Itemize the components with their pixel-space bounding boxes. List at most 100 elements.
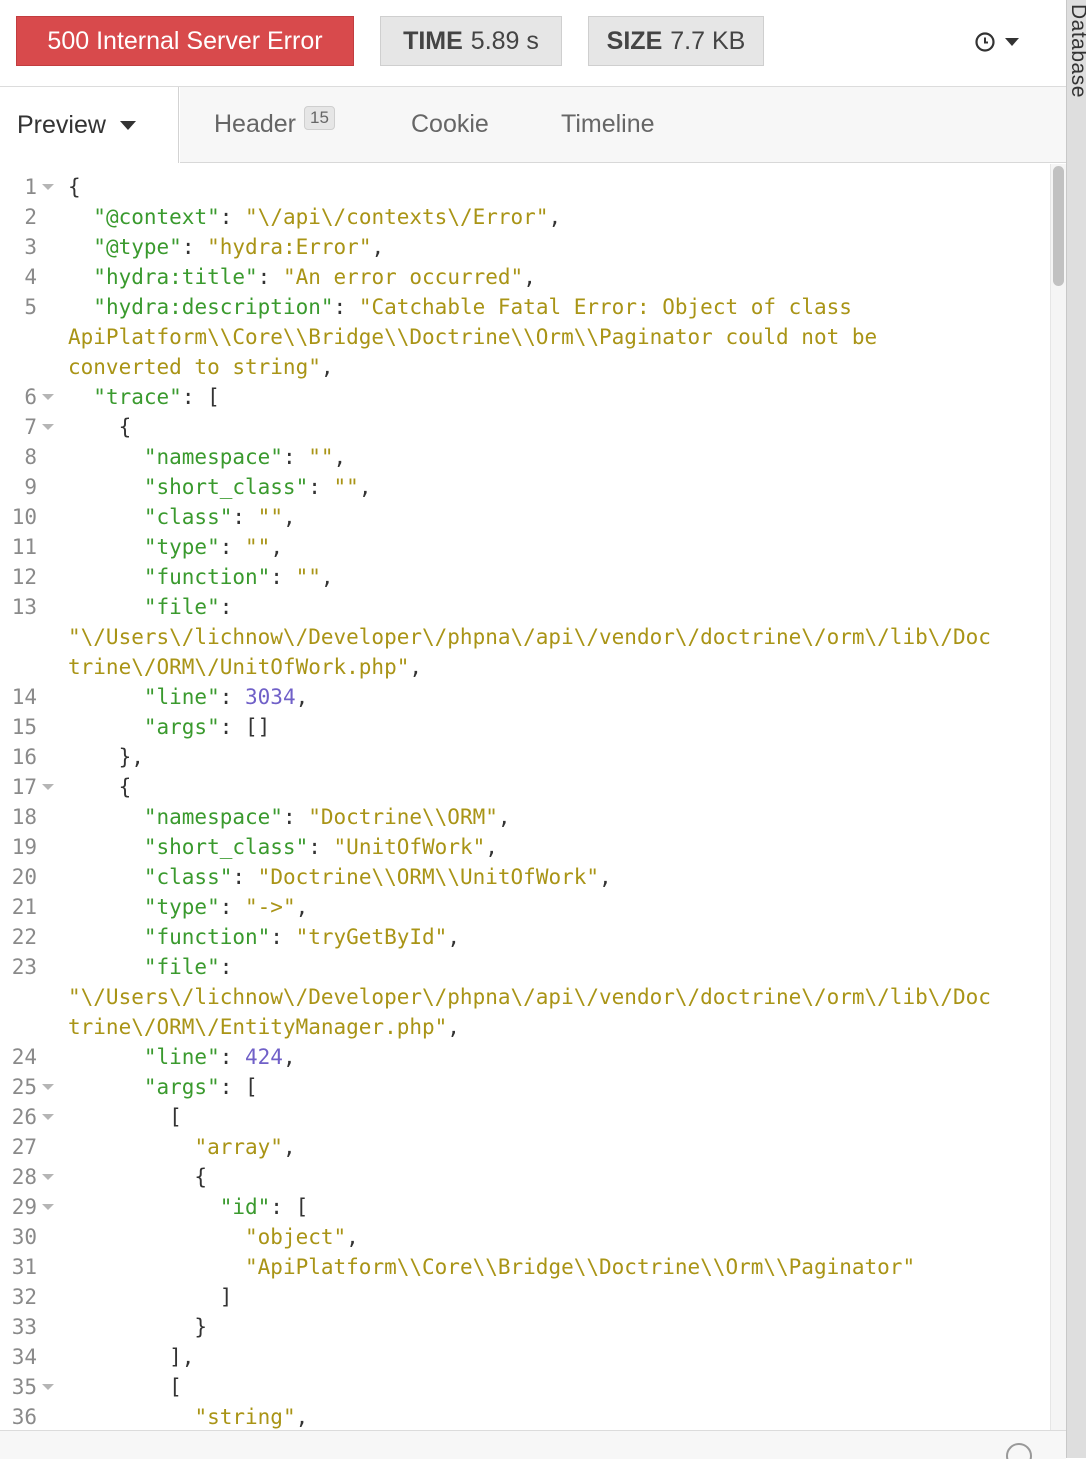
line-number: 5 [24,295,37,319]
code-token: trine\/ORM\/EntityManager.php" [68,1015,448,1039]
code-token: , [282,505,296,529]
scrollbar-thumb[interactable] [1053,166,1064,286]
code-line: converted to string", [0,352,1050,382]
code-line: 21 "type": "->", [0,892,1050,922]
fold-toggle-icon[interactable] [42,1084,54,1090]
code-token: "@context" [93,205,220,229]
code-line: 13 "file": [0,592,1050,622]
code-token: "namespace" [143,805,283,829]
code-text: "file": [68,952,233,982]
code-token: }, [68,745,144,769]
code-text: "file": [68,592,233,622]
code-line: 2 "@context": "\/api\/contexts\/Error", [0,202,1050,232]
status-text: Internal Server Error [96,26,323,55]
code-text: [ [68,1102,182,1132]
code-token: "" [257,505,283,529]
code-line: 16 }, [0,742,1050,772]
scrollbar-track[interactable] [1050,164,1066,1430]
code-line: 6 "trace": [ [0,382,1050,412]
time-value: 5.89 s [470,26,539,55]
code-line: 34 ], [0,1342,1050,1372]
tab-cookie-label: Cookie [411,110,489,138]
code-token: : [333,295,359,319]
database-side-panel[interactable]: Database [1066,0,1086,1458]
code-line: 3 "@type": "hydra:Error", [0,232,1050,262]
code-token: { [68,175,81,199]
fold-toggle-icon[interactable] [42,1384,54,1390]
help-icon[interactable] [1006,1443,1032,1459]
line-number: 4 [24,265,37,289]
chevron-down-icon [119,120,136,130]
code-token: "hydra:Error" [207,235,372,259]
code-token: { [68,775,132,799]
line-number: 30 [11,1225,37,1249]
response-tabs: Preview Header 15 Cookie Timeline [0,87,1066,163]
code-token: "line" [143,685,220,709]
code-line: 22 "function": "tryGetById", [0,922,1050,952]
code-line: 1{ [0,172,1050,202]
code-line: 8 "namespace": "", [0,442,1050,472]
code-line: 26 [ [0,1102,1050,1132]
code-line: 19 "short_class": "UnitOfWork", [0,832,1050,862]
code-token: "->" [245,895,296,919]
line-number: 21 [11,895,37,919]
code-line: ApiPlatform\\Core\\Bridge\\Doctrine\\Orm… [0,322,1050,352]
code-line: trine\/ORM\/UnitOfWork.php", [0,652,1050,682]
code-token: , [282,1135,296,1159]
line-number: 13 [11,595,37,619]
tab-cookie[interactable]: Cookie [411,87,489,162]
code-token: , [485,835,498,859]
code-token: ApiPlatform\\Core\\Bridge\\Doctrine\\Orm… [68,325,878,349]
fold-toggle-icon[interactable] [42,1174,54,1180]
code-token: "array" [194,1135,283,1159]
fold-toggle-icon[interactable] [42,1204,54,1210]
code-token: "trace" [93,385,182,409]
fold-toggle-icon[interactable] [42,184,54,190]
json-code: 1{2 "@context": "\/api\/contexts\/Error"… [0,172,1050,1430]
code-line: 7 { [0,412,1050,442]
tab-header[interactable]: Header 15 [214,87,335,162]
fold-toggle-icon[interactable] [42,424,54,430]
code-text: "\/Users\/lichnow\/Developer\/phpna\/api… [68,622,991,652]
code-line: 15 "args": [] [0,712,1050,742]
code-line: 35 [ [0,1372,1050,1402]
fold-toggle-icon[interactable] [42,784,54,790]
code-line: 23 "file": [0,952,1050,982]
response-history-button[interactable] [974,26,1034,58]
fold-toggle-icon[interactable] [42,394,54,400]
header-count-badge: 15 [304,105,335,130]
code-token: : [181,235,208,259]
code-token: "hydra:description" [93,295,334,319]
response-filter-bar[interactable] [0,1430,1066,1459]
code-token: "\/api\/contexts\/Error" [245,205,549,229]
code-token: "short_class" [143,475,309,499]
chevron-down-icon [1005,38,1019,46]
tab-preview[interactable]: Preview [0,87,179,163]
code-text: "object", [68,1222,359,1252]
code-token: "Catchable Fatal Error: Object of class [358,295,852,319]
code-line: 32 ] [0,1282,1050,1312]
fold-toggle-icon[interactable] [42,1114,54,1120]
code-text: { [68,172,81,202]
code-text: "function": "tryGetById", [68,922,460,952]
code-line: 18 "namespace": "Doctrine\\ORM", [0,802,1050,832]
code-text: "ApiPlatform\\Core\\Bridge\\Doctrine\\Or… [68,1252,915,1282]
code-token: ], [68,1345,195,1369]
tab-strip: Header 15 Cookie Timeline [180,87,1066,163]
code-token: : [219,685,246,709]
code-text: converted to string", [68,352,334,382]
code-token: : [282,445,309,469]
code-token: : [219,1045,246,1069]
time-label: TIME [403,26,463,55]
tab-timeline[interactable]: Timeline [561,87,655,162]
response-body-viewer[interactable]: 1{2 "@context": "\/api\/contexts\/Error"… [0,164,1066,1430]
